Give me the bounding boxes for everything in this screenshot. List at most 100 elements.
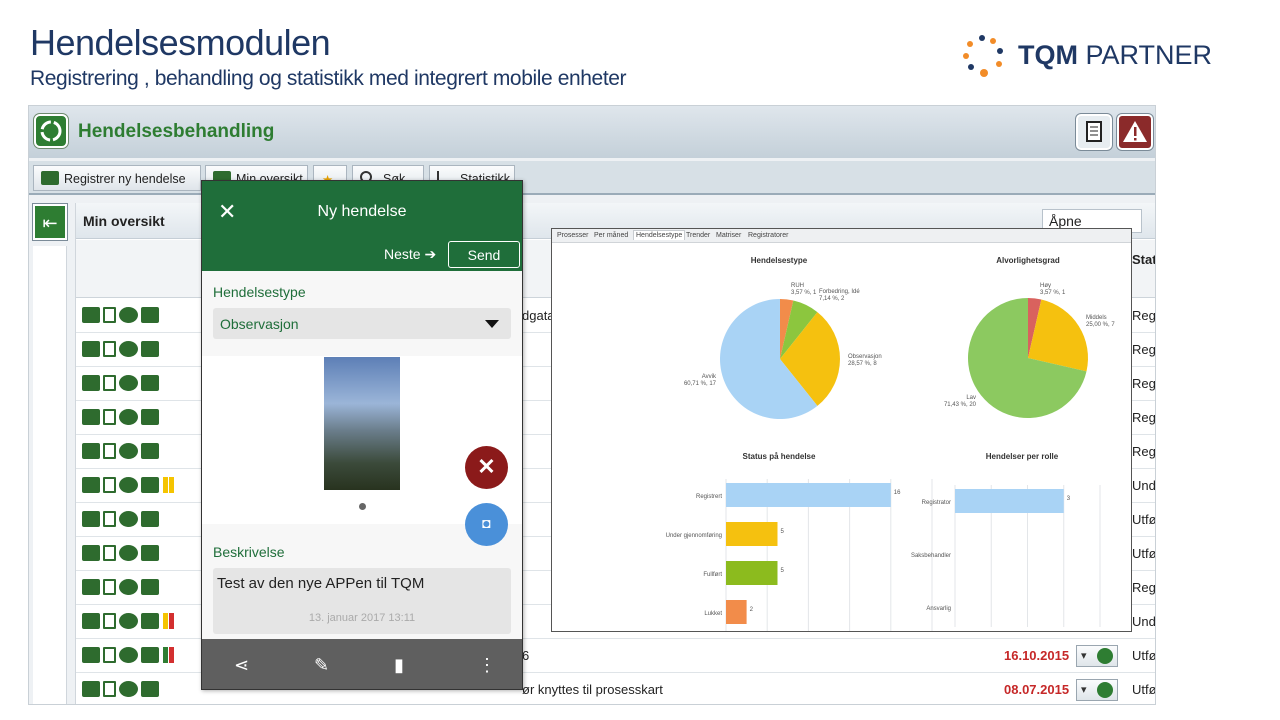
document-icon[interactable]	[103, 341, 116, 357]
pie-label: RUH	[791, 283, 804, 289]
pie-label: Middels	[1086, 315, 1107, 321]
folder-icon[interactable]	[82, 511, 100, 527]
comment-icon[interactable]	[119, 307, 138, 323]
trash-icon[interactable]: ▮	[394, 655, 404, 676]
camera-icon: ◘	[482, 515, 491, 531]
folder-icon[interactable]	[82, 647, 100, 663]
delete-photo-button[interactable]: ✕	[465, 446, 508, 489]
row-title: dgata	[522, 308, 555, 323]
document-icon[interactable]	[103, 511, 116, 527]
row-icons	[82, 579, 162, 597]
folder-icon[interactable]	[82, 477, 100, 493]
document-icon[interactable]	[103, 443, 116, 459]
document-icon[interactable]	[103, 307, 116, 323]
register-new-event-button[interactable]: Registrer ny hendelse	[33, 165, 201, 191]
priority-flag	[169, 647, 174, 663]
comment-icon[interactable]	[119, 579, 138, 595]
row-date: 16.10.2015	[1004, 648, 1070, 663]
next-button[interactable]: Neste ➔	[384, 246, 436, 263]
print-icon[interactable]	[141, 341, 159, 357]
pie-label: Observasjon	[848, 354, 882, 360]
document-icon[interactable]	[103, 579, 116, 595]
document-icon[interactable]	[103, 681, 116, 697]
print-icon[interactable]	[141, 409, 159, 425]
folder-icon[interactable]	[82, 307, 100, 323]
row-status: Regi	[1132, 410, 1156, 425]
print-icon[interactable]	[141, 307, 159, 323]
event-type-select[interactable]: Observasjon	[213, 308, 511, 339]
document-button[interactable]	[1076, 114, 1112, 150]
print-icon[interactable]	[141, 613, 159, 629]
print-icon[interactable]	[141, 375, 159, 391]
comment-icon[interactable]	[119, 613, 138, 629]
document-icon[interactable]	[103, 477, 116, 493]
print-icon[interactable]	[141, 511, 159, 527]
comment-icon[interactable]	[119, 341, 138, 357]
folder-icon[interactable]	[82, 613, 100, 629]
comment-icon[interactable]	[119, 545, 138, 561]
edit-icon[interactable]: ✎	[314, 655, 329, 676]
row-status: Regi	[1132, 342, 1156, 357]
print-icon[interactable]	[141, 681, 159, 697]
folder-icon[interactable]	[82, 579, 100, 595]
bar	[955, 489, 1064, 513]
comment-icon[interactable]	[119, 443, 138, 459]
panel-title: Min oversikt	[83, 213, 165, 229]
bar-category-label: Saksbehandler	[911, 553, 951, 559]
folder-icon[interactable]	[82, 681, 100, 697]
document-icon[interactable]	[103, 613, 116, 629]
attached-photo[interactable]	[324, 357, 400, 490]
slide-title: Hendelsesmodulen	[30, 22, 331, 63]
row-icons	[82, 477, 174, 495]
print-icon[interactable]	[141, 443, 159, 459]
folder-icon[interactable]	[82, 341, 100, 357]
collapse-sidebar-button[interactable]: ⇤	[33, 204, 67, 240]
row-title: 6	[522, 648, 530, 663]
row-icons	[82, 375, 162, 393]
comment-icon[interactable]	[119, 681, 138, 697]
bar	[726, 483, 891, 507]
print-icon[interactable]	[141, 647, 159, 663]
row-status: Unde	[1132, 614, 1156, 629]
status-column-header: Stat	[1132, 252, 1156, 267]
folder-icon[interactable]	[82, 443, 100, 459]
row-actions-button[interactable]: ▾	[1076, 679, 1118, 701]
row-status: Regi	[1132, 308, 1156, 323]
print-icon[interactable]	[141, 579, 159, 595]
arrow-left-bar-icon: ⇤	[42, 213, 58, 233]
comment-icon[interactable]	[119, 477, 138, 493]
camera-button[interactable]: ◘	[465, 503, 508, 546]
warning-button[interactable]	[1117, 114, 1153, 150]
comment-icon[interactable]	[119, 511, 138, 527]
tqm-logo: TQM PARTNER	[962, 34, 1212, 78]
comment-icon[interactable]	[119, 375, 138, 391]
comment-icon[interactable]	[119, 409, 138, 425]
folder-icon[interactable]	[82, 375, 100, 391]
slide-subtitle: Registrering , behandling og statistikk …	[30, 67, 627, 90]
event-type-label: Hendelsestype	[213, 284, 306, 300]
row-status: Regi	[1132, 580, 1156, 595]
print-icon[interactable]	[141, 545, 159, 561]
priority-flag	[163, 647, 168, 663]
share-icon[interactable]: ⋖	[234, 655, 249, 676]
app-logo-icon	[34, 114, 68, 148]
send-button[interactable]: Send	[448, 241, 520, 268]
bar	[726, 522, 778, 546]
document-icon[interactable]	[103, 647, 116, 663]
pie-label: 71,43 %, 20	[944, 402, 977, 408]
priority-flag	[169, 613, 174, 629]
document-icon[interactable]	[103, 545, 116, 561]
folder-icon[interactable]	[82, 545, 100, 561]
document-icon[interactable]	[103, 409, 116, 425]
sidebar-strip	[33, 246, 67, 704]
bar-category-label: Lukket	[704, 611, 722, 617]
print-icon[interactable]	[141, 477, 159, 493]
row-icons	[82, 681, 162, 699]
description-field[interactable]: Test av den nye APPen til TQM 13. januar…	[213, 568, 511, 634]
document-icon[interactable]	[103, 375, 116, 391]
more-icon[interactable]: ⋮	[478, 655, 496, 676]
row-icons	[82, 341, 162, 359]
row-actions-button[interactable]: ▾	[1076, 645, 1118, 667]
folder-icon[interactable]	[82, 409, 100, 425]
comment-icon[interactable]	[119, 647, 138, 663]
